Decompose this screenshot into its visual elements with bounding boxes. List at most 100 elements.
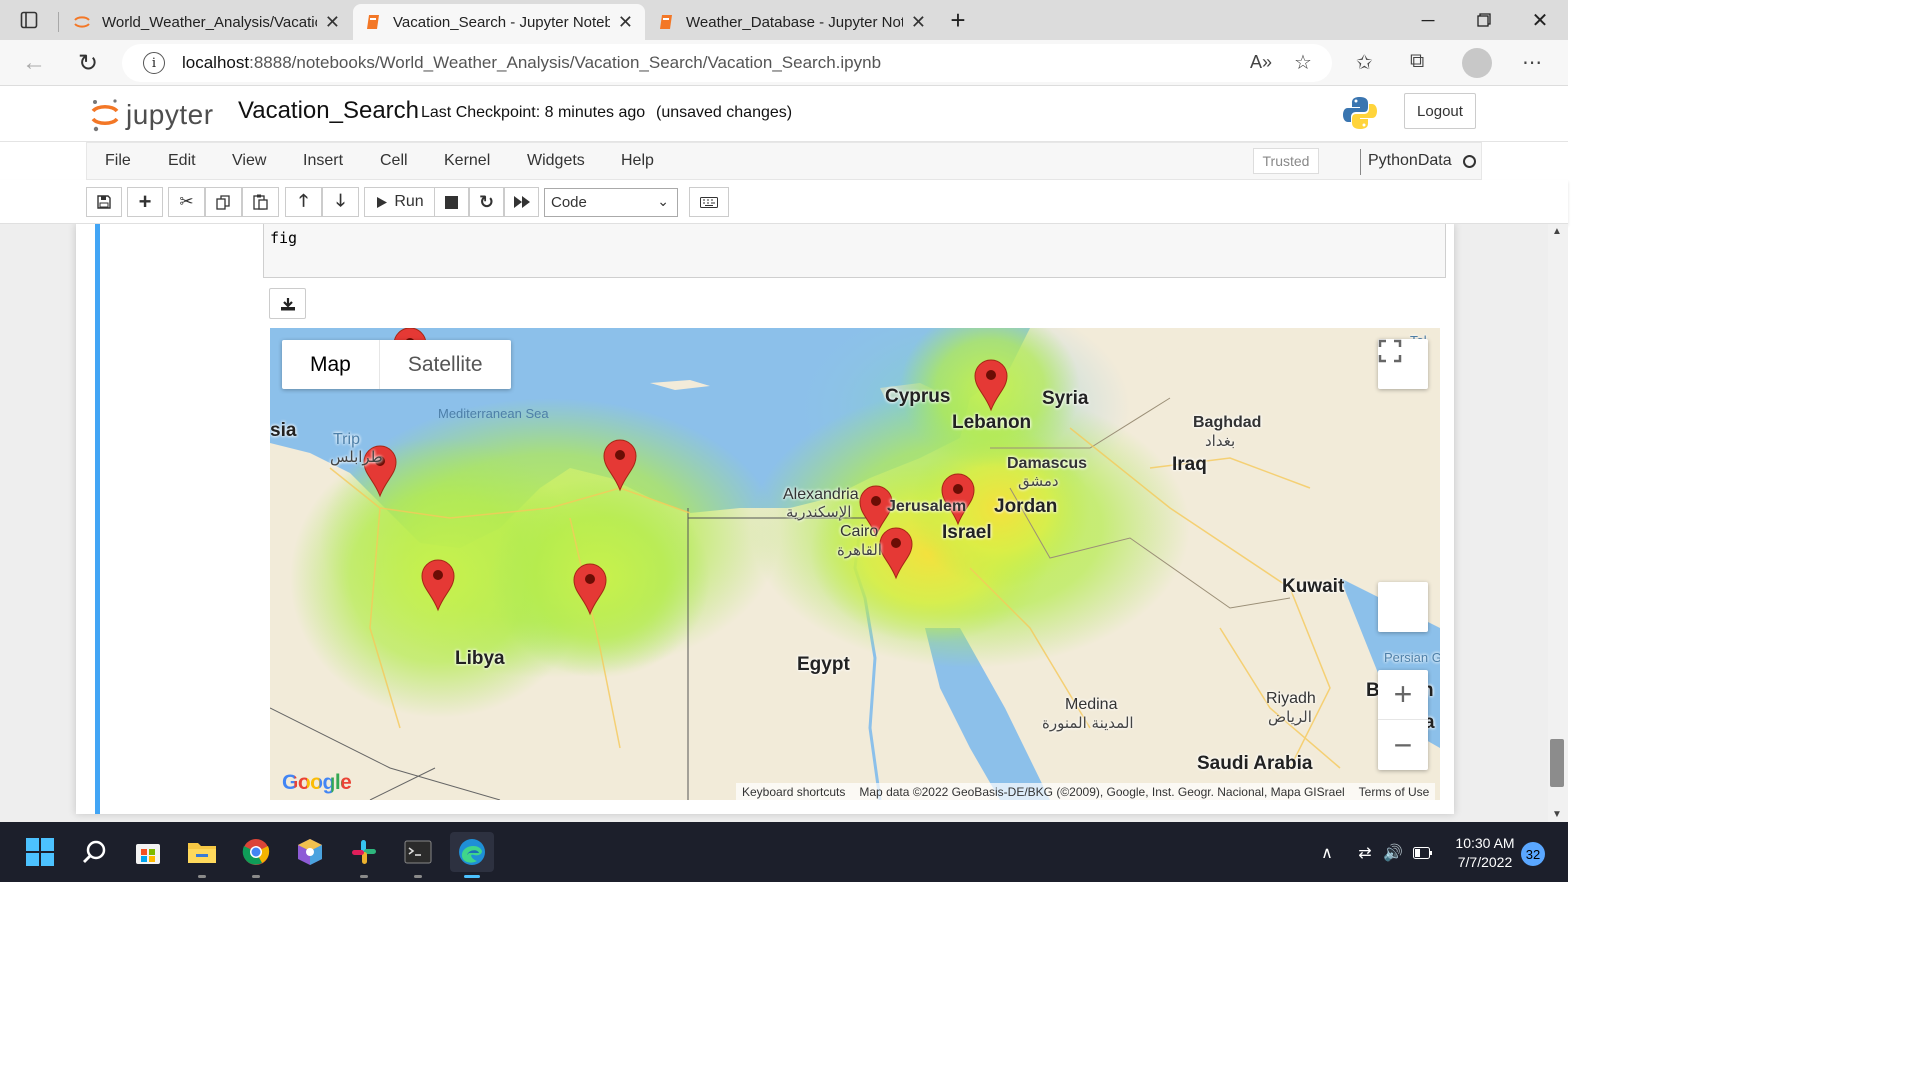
move-down-button[interactable]: 🡓 [322, 187, 359, 217]
notebook-name[interactable]: Vacation_Search [238, 97, 419, 125]
notification-badge[interactable]: 32 [1521, 842, 1545, 866]
jupyter-logo[interactable]: jupyter [90, 95, 230, 135]
move-up-button[interactable]: 🡑 [285, 187, 322, 217]
cell-type-select[interactable]: Code ⌄ [544, 188, 678, 217]
add-favorite-icon[interactable]: ☆ [1294, 50, 1312, 75]
menu-file[interactable]: File [105, 152, 131, 170]
url-field[interactable]: i localhost:8888/notebooks/World_Weather… [122, 44, 1332, 82]
google-logo[interactable]: Google [282, 771, 352, 795]
zoom-out-button[interactable]: − [1378, 720, 1428, 770]
close-tab-icon[interactable]: ✕ [911, 12, 926, 33]
scroll-up-icon[interactable]: ▲ [1552, 226, 1562, 237]
command-palette-button[interactable] [689, 187, 729, 217]
label-tripoli-arabic: طرابلس [330, 448, 383, 466]
tab-actions-icon[interactable] [12, 3, 46, 37]
folder-icon [188, 843, 216, 863]
insert-cell-button[interactable]: + [127, 187, 163, 217]
notebook-favicon-icon [660, 15, 672, 29]
close-tab-icon[interactable]: ✕ [325, 12, 340, 33]
url-path: :8888/notebooks/World_Weather_Analysis/V… [249, 53, 882, 72]
map-attribution: Keyboard shortcuts Map data ©2022 GeoBas… [736, 783, 1436, 800]
zoom-in-button[interactable]: + [1378, 670, 1428, 720]
microsoft-store-button[interactable] [128, 832, 168, 872]
heatmap-map[interactable]: Mediterranean Sea Cyprus Syria Lebanon B… [270, 328, 1440, 800]
notebook-page: fig Mediterranean Sea Cyprus Syria Leban… [76, 224, 1454, 814]
collections-icon[interactable]: ⧉ [1410, 50, 1424, 73]
menu-view[interactable]: View [232, 152, 266, 170]
close-tab-icon[interactable]: ✕ [618, 12, 633, 33]
menu-edit[interactable]: Edit [168, 152, 196, 170]
back-icon[interactable]: ← [17, 46, 51, 80]
menu-widgets[interactable]: Widgets [527, 152, 585, 170]
map-type-satellite-button[interactable]: Satellite [380, 340, 511, 389]
restore-icon[interactable] [1456, 0, 1512, 40]
street-view-pegman-button[interactable] [1378, 582, 1428, 632]
keyboard-shortcuts-link[interactable]: Keyboard shortcuts [742, 785, 845, 799]
label-baghdad: Baghdad [1193, 414, 1262, 431]
system-clock[interactable]: 10:30 AM 7/7/2022 [1450, 834, 1520, 872]
running-indicator [252, 875, 260, 878]
page-scrollbar[interactable]: ▲ ▼ [1548, 224, 1568, 822]
profile-avatar[interactable] [1462, 48, 1492, 78]
jupyter-logo-icon [91, 99, 119, 132]
download-button[interactable] [269, 288, 306, 319]
slack-button[interactable] [344, 832, 384, 878]
logout-button[interactable]: Logout [1404, 93, 1476, 129]
new-tab-button[interactable]: + [930, 0, 986, 40]
windows-logo-icon [26, 838, 54, 866]
menu-kernel[interactable]: Kernel [444, 152, 490, 170]
volume-icon[interactable]: 🔊 [1382, 842, 1404, 864]
close-window-icon[interactable]: ✕ [1512, 0, 1568, 40]
menu-insert[interactable]: Insert [303, 152, 343, 170]
battery-icon[interactable] [1412, 842, 1434, 864]
map-type-map-button[interactable]: Map [282, 340, 380, 389]
kernel-name[interactable]: PythonData [1368, 152, 1452, 170]
fullscreen-button[interactable] [1378, 339, 1428, 389]
terminal-icon [404, 840, 432, 864]
search-button[interactable] [74, 832, 114, 872]
read-aloud-icon[interactable]: A» [1250, 52, 1272, 73]
terminal-button[interactable] [398, 832, 438, 878]
code-cell-input[interactable]: fig [263, 224, 1446, 278]
cut-button[interactable]: ✂ [168, 187, 205, 217]
favorites-icon[interactable]: ✩ [1356, 50, 1373, 75]
tab-world-weather-analysis[interactable]: World_Weather_Analysis/Vacatio ✕ [60, 4, 352, 40]
python-logo-icon [1343, 97, 1377, 129]
menu-cell[interactable]: Cell [380, 152, 408, 170]
site-info-icon[interactable]: i [143, 52, 165, 74]
paste-button[interactable] [242, 187, 279, 217]
menu-help[interactable]: Help [621, 152, 654, 170]
edge-button[interactable] [450, 832, 494, 878]
more-options-icon[interactable]: ⋯ [1522, 50, 1542, 75]
app-cube-button[interactable] [290, 832, 330, 872]
tab-vacation-search[interactable]: Vacation_Search - Jupyter Noteb ✕ [353, 4, 645, 40]
label-cairo-arabic: القاهرة [837, 541, 882, 559]
reload-icon[interactable]: ↻ [71, 46, 105, 80]
show-hidden-icons-icon[interactable]: ∧ [1316, 842, 1338, 864]
url-host: localhost [182, 53, 250, 72]
run-label: Run [394, 193, 424, 210]
scroll-thumb[interactable] [1550, 739, 1564, 787]
chrome-button[interactable] [236, 832, 276, 878]
trusted-badge[interactable]: Trusted [1253, 148, 1319, 174]
tab-weather-database[interactable]: Weather_Database - Jupyter Not ✕ [646, 4, 938, 40]
terms-of-use-link[interactable]: Terms of Use [1359, 785, 1430, 799]
restart-button[interactable]: ↻ [469, 187, 504, 217]
run-button[interactable]: Run [364, 187, 436, 217]
restart-run-all-button[interactable] [504, 187, 539, 217]
file-explorer-button[interactable] [182, 832, 222, 878]
copy-button[interactable] [205, 187, 242, 217]
minimize-icon[interactable]: ─ [1400, 0, 1456, 40]
jupyter-header: jupyter Vacation_Search Last Checkpoint:… [0, 87, 1568, 142]
unsaved-status: (unsaved changes) [656, 104, 793, 121]
network-icon[interactable]: ⇄ [1354, 842, 1376, 864]
label-saudi-arabia: Saudi Arabia [1197, 753, 1313, 774]
scroll-down-icon[interactable]: ▼ [1552, 809, 1562, 820]
map-type-control: Map Satellite [282, 340, 511, 389]
start-button[interactable] [20, 832, 60, 872]
label-mediterranean-sea: Mediterranean Sea [438, 406, 549, 421]
label-persian-gulf: Persian G [1384, 650, 1440, 665]
search-icon [83, 840, 106, 863]
save-button[interactable] [86, 187, 122, 217]
interrupt-button[interactable] [434, 187, 469, 217]
